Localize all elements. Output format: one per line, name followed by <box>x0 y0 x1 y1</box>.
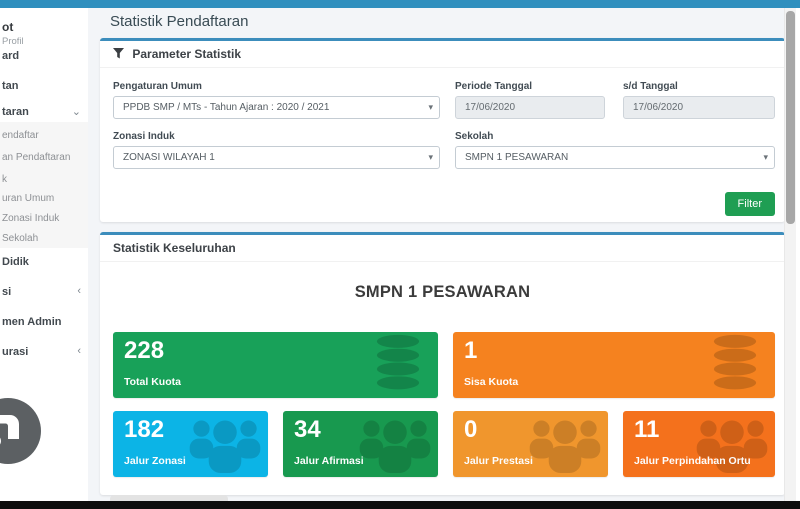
sidebar-user-name: ot <box>2 20 14 34</box>
zonasi-induk-label: Zonasi Induk <box>113 131 175 142</box>
dropdown-caret-icon: ▾ <box>763 152 768 162</box>
chevron-left-icon: ‹ <box>77 345 81 357</box>
zonasi-induk-select[interactable]: ZONASI WILAYAH 1 ▾ <box>113 146 440 169</box>
filter-parameters-card: Parameter Statistik Pengaturan Umum PPDB… <box>100 38 785 222</box>
sidebar-item[interactable]: tan <box>0 80 88 92</box>
stat-value: 1 <box>464 337 478 364</box>
share-tool-icon <box>0 398 41 464</box>
users-group-icon <box>357 415 433 477</box>
stat-label: Jalur Zonasi <box>124 455 186 467</box>
floating-share-button[interactable] <box>0 396 43 466</box>
periode-tanggal-input[interactable]: 17/06/2020 <box>455 96 605 119</box>
sidebar-subitem-pengaturan-umum[interactable]: uran Umum <box>0 193 88 204</box>
stat-label: Total Kuota <box>124 376 181 388</box>
stat-label: Jalur Prestasi <box>464 455 533 467</box>
pengaturan-umum-select[interactable]: PPDB SMP / MTs - Tahun Ajaran : 2020 / 2… <box>113 96 440 119</box>
sidebar-profil-link[interactable]: Profil <box>2 36 24 47</box>
dropdown-caret-icon: ▾ <box>428 102 433 112</box>
filter-button[interactable]: Filter <box>724 192 775 216</box>
stat-box-jalur-afirmasi: 34 Jalur Afirmasi <box>283 411 438 477</box>
sidebar-item[interactable]: si ‹ <box>0 285 88 298</box>
stat-box-jalur-prestasi: 0 Jalur Prestasi <box>453 411 608 477</box>
stat-value: 34 <box>294 416 321 443</box>
users-group-icon <box>694 415 770 477</box>
stat-value: 11 <box>634 416 660 443</box>
stat-label: Jalur Afirmasi <box>294 455 364 467</box>
page-title: Statistik Pendaftaran <box>110 13 249 30</box>
users-group-icon <box>527 415 603 477</box>
filter-funnel-icon <box>113 42 124 68</box>
sidebar-item-manajemen-admin[interactable]: men Admin <box>0 316 88 328</box>
sd-tanggal-input[interactable]: 17/06/2020 <box>623 96 775 119</box>
stat-box-total-kuota: 228 Total Kuota <box>113 332 438 398</box>
school-title: SMPN 1 PESAWARAN <box>354 283 531 301</box>
sidebar-item-pendaftaran[interactable]: taran ⌄ <box>0 106 88 118</box>
chevron-left-icon: ‹ <box>77 285 81 297</box>
scrollbar-thumb[interactable] <box>786 11 795 224</box>
sd-tanggal-label: s/d Tanggal <box>623 81 678 92</box>
periode-tanggal-label: Periode Tanggal <box>455 81 533 92</box>
stat-box-sisa-kuota: 1 Sisa Kuota <box>453 332 775 398</box>
stat-label: Jalur Perpindahan Ortu <box>634 455 751 467</box>
sidebar-subitem-zonasi-induk[interactable]: Zonasi Induk <box>0 213 88 224</box>
sidebar-item-peserta-didik[interactable]: Didik <box>0 256 88 268</box>
statistics-card: Statistik Keseluruhan SMPN 1 PESAWARAN 2… <box>100 232 785 495</box>
sidebar-subitem-pendaftaran[interactable]: an Pendaftaran <box>0 152 88 163</box>
sidebar-subitem-sekolah[interactable]: Sekolah <box>0 233 88 244</box>
scrollbar-track[interactable] <box>784 8 796 501</box>
statistics-card-header: Statistik Keseluruhan <box>100 235 785 262</box>
users-group-icon <box>187 415 263 477</box>
sidebar-item-dashboard[interactable]: ard <box>0 50 88 62</box>
database-icon <box>709 333 761 398</box>
sidebar-subitem[interactable]: k <box>0 174 88 185</box>
top-accent-bar <box>0 0 800 8</box>
sidebar-subitem-pendaftar[interactable]: endaftar <box>0 130 88 141</box>
filter-card-header: Parameter Statistik <box>100 41 785 68</box>
stat-label: Sisa Kuota <box>464 376 519 388</box>
bottom-letterbox-bar <box>0 501 800 509</box>
stat-value: 228 <box>124 337 165 364</box>
dropdown-caret-icon: ▾ <box>428 152 433 162</box>
pengaturan-umum-label: Pengaturan Umum <box>113 81 202 92</box>
stat-box-jalur-perpindahan-ortu: 11 Jalur Perpindahan Ortu <box>623 411 775 477</box>
database-icon <box>372 333 424 398</box>
stat-box-jalur-zonasi: 182 Jalur Zonasi <box>113 411 268 477</box>
stat-value: 0 <box>464 416 478 443</box>
sekolah-label: Sekolah <box>455 131 494 142</box>
chevron-down-icon: ⌄ <box>71 106 81 118</box>
sekolah-select[interactable]: SMPN 1 PESAWARAN ▾ <box>455 146 775 169</box>
stat-value: 182 <box>124 416 165 443</box>
sidebar-item-konfigurasi[interactable]: urasi ‹ <box>0 345 88 358</box>
main-content: Statistik Pendaftaran Parameter Statisti… <box>88 8 796 501</box>
